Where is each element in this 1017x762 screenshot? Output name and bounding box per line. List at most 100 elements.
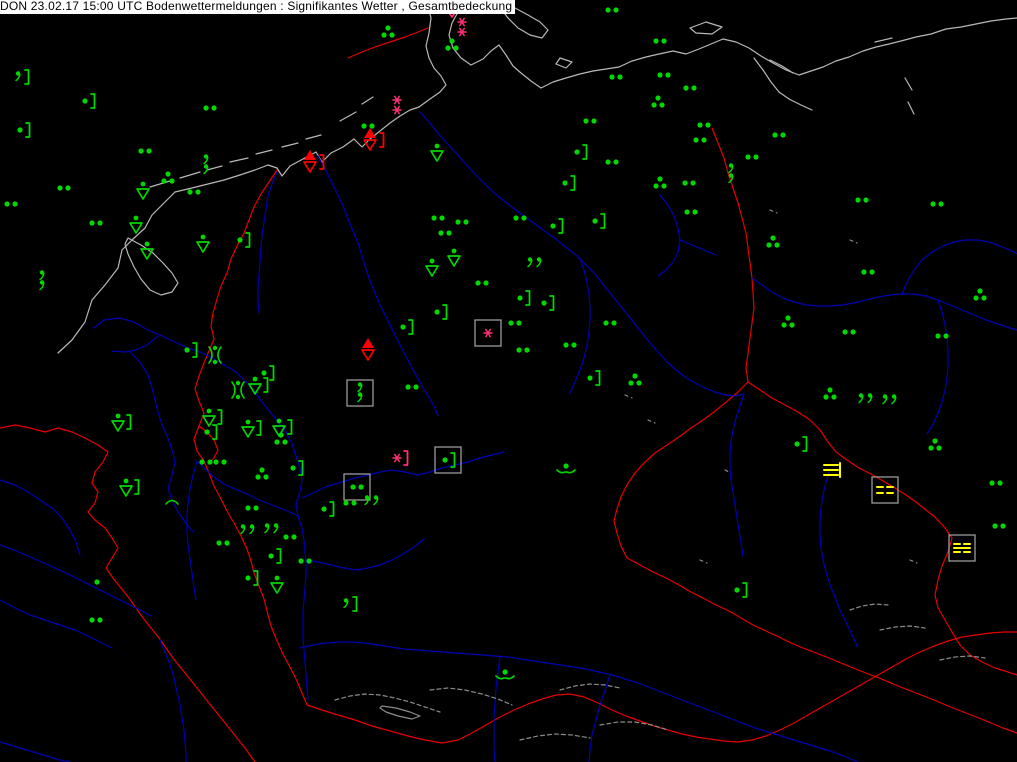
border-dk-de	[347, 27, 429, 59]
wx-symbol-shower	[430, 143, 444, 162]
lake-constance	[379, 705, 421, 720]
terrain-carpath	[849, 603, 986, 661]
river-warta	[751, 277, 1017, 331]
wx-symbol-dots2	[563, 342, 577, 348]
wx-symbol-dots2	[187, 189, 201, 195]
wx-symbol-dot-bracket	[541, 295, 555, 311]
wx-symbol-commas2v	[346, 379, 374, 407]
wx-symbol-shower	[447, 248, 461, 267]
river-inn-lech	[493, 656, 611, 762]
wx-symbol-dot-bracket	[400, 319, 414, 335]
coast-danish-isles	[499, 1, 723, 69]
wx-symbol-dot-bracket	[794, 436, 808, 452]
wx-symbol-dots2	[861, 269, 875, 275]
river-mosel	[186, 460, 299, 601]
wx-symbol-dots3	[255, 467, 269, 480]
river-weser	[317, 155, 439, 417]
wx-symbol-dots3	[973, 288, 987, 301]
wx-symbol-dot-bracket	[587, 370, 601, 386]
wx-symbol-dots2	[935, 333, 949, 339]
wx-symbol-dots2	[697, 122, 711, 128]
wx-symbol-dots2	[405, 384, 419, 390]
wx-symbol-dots2	[216, 540, 230, 546]
wx-symbol-dots2	[683, 85, 697, 91]
wx-symbol-shower-bracket	[202, 408, 223, 427]
wx-symbol-comma-bracket	[343, 596, 358, 612]
wx-symbol-dot-bracket	[82, 93, 96, 109]
wx-symbol-snow-bracket	[392, 450, 409, 466]
coast-denmark-west	[418, 0, 447, 108]
river-rhine-delta	[93, 317, 159, 353]
wx-symbol-dot-bracket	[550, 218, 564, 234]
wx-symbol-dots2	[682, 180, 696, 186]
map-geometry	[0, 0, 1017, 762]
river-warta-upper	[926, 299, 949, 435]
wx-symbol-shower	[425, 258, 439, 277]
wx-symbol-dot-bracket	[434, 304, 448, 320]
wx-symbol-dots2	[57, 185, 71, 191]
wx-symbol-shower-bracket	[111, 413, 132, 432]
wx-symbol-virga	[556, 463, 576, 474]
wx-symbol-fog-patch2	[948, 534, 976, 562]
wx-symbol-snow2v	[457, 17, 467, 37]
river-morava	[819, 469, 859, 649]
wx-symbol-dots2	[245, 505, 259, 511]
terrain-alps-5	[599, 721, 669, 731]
wx-symbol-bowtie	[208, 345, 222, 365]
wx-symbol-dot-bracket	[517, 290, 531, 306]
wx-symbol-dots2	[693, 137, 707, 143]
wx-symbol-arc	[165, 499, 179, 505]
wx-symbol-dots2	[605, 159, 619, 165]
terrain-dashes	[624, 209, 918, 564]
wx-symbol-dots2	[583, 118, 597, 124]
wx-symbol-dots2	[455, 219, 469, 225]
wx-symbol-shower-bracket	[119, 478, 140, 497]
wx-symbol-commas2v	[39, 270, 45, 291]
wx-symbol-dots2	[603, 320, 617, 326]
wx-symbol-dots2	[609, 74, 623, 80]
wx-symbol-dots2	[431, 215, 445, 221]
river-main	[301, 451, 505, 499]
wx-symbol-fog-patch	[871, 476, 899, 504]
coast-northsea	[174, 106, 420, 193]
wx-symbol-dots2	[508, 320, 522, 326]
wx-symbol-dots3	[381, 25, 395, 38]
river-maas	[129, 351, 194, 533]
wx-symbol-dots2	[203, 105, 217, 111]
wx-symbol-dots2	[361, 123, 375, 129]
wx-symbol-dots2	[657, 72, 671, 78]
wx-symbol-dots2	[684, 209, 698, 215]
river-saale	[569, 257, 591, 394]
wx-symbol-dots2	[992, 523, 1006, 529]
wx-symbol-dots3	[766, 235, 780, 248]
wx-symbol-shower	[136, 181, 150, 200]
weather-symbols	[4, 2, 1006, 680]
wx-symbol-dots2	[138, 148, 152, 154]
coast-baltic	[448, 0, 1017, 89]
border-nl-de	[208, 169, 278, 352]
terrain-alps-3	[559, 683, 621, 691]
wx-symbol-snow	[474, 319, 502, 347]
wx-symbol-dots2	[4, 201, 18, 207]
wx-symbol-dots2	[772, 132, 786, 138]
wx-symbol-dots2	[438, 230, 452, 236]
wx-symbol-dots2	[343, 500, 357, 506]
wx-symbol-shower	[140, 241, 154, 260]
river-danube	[299, 641, 859, 762]
river-vltava	[729, 393, 745, 557]
wx-symbol-dots3	[628, 373, 642, 386]
map-title: DON 23.02.17 15:00 UTC Bodenwettermeldun…	[0, 0, 516, 14]
wx-symbol-commas2	[240, 524, 255, 535]
wx-symbol-bowtie	[231, 380, 245, 400]
terrain-alps-2	[429, 687, 513, 706]
wx-symbol-commas2	[264, 523, 279, 534]
wx-symbol-dots2	[745, 154, 759, 160]
wx-symbol-dots2	[842, 329, 856, 335]
wx-symbol-shower-bracket	[241, 419, 262, 438]
wx-symbol-shower	[270, 575, 284, 594]
river-havel	[657, 194, 717, 277]
wx-symbol-dot-bracket	[204, 424, 218, 440]
wx-symbol-snow2v	[392, 95, 402, 115]
river-neckar	[304, 538, 425, 571]
wx-symbol-dots3	[274, 432, 288, 445]
